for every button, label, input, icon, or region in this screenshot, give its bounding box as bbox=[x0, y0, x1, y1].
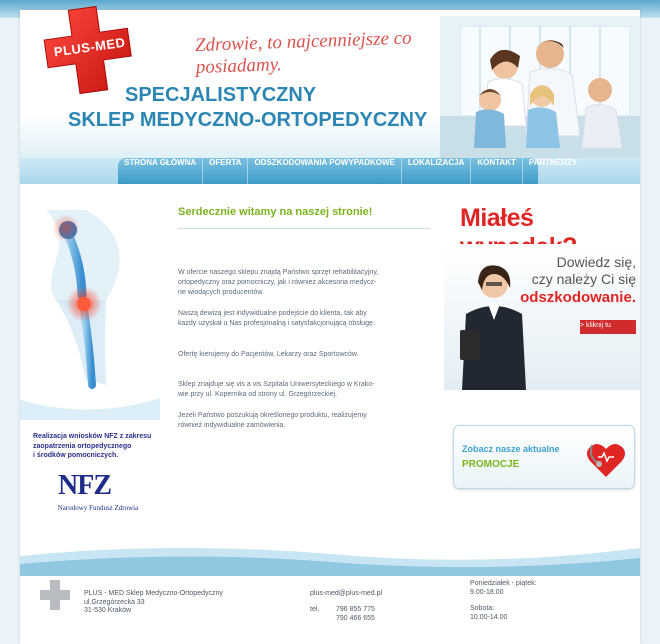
footer-hours-weekday: 9.00-18.00 bbox=[470, 588, 504, 596]
nav-item-contact[interactable]: KONTAKT bbox=[471, 158, 523, 184]
nfz-info-line2: zaopatrzenia ortopedycznego bbox=[33, 442, 132, 450]
footer-hours: Poniedziałek - piątek: 9.00-18.00 Sobota… bbox=[470, 580, 537, 622]
footer-phone-2[interactable]: 790 466 655 bbox=[336, 615, 375, 624]
footer-tel-label: tel. bbox=[310, 606, 320, 613]
nfz-name: Narodowy Fundusz Zdrowia bbox=[57, 504, 139, 512]
paragraph-offer: W ofercie naszego sklepu znajdą Państwo … bbox=[178, 268, 440, 298]
paragraph-audience: Ofertę kierujemy do Pacjentów, Lekarzy o… bbox=[178, 350, 440, 360]
footer-city: 31-530 Kraków bbox=[84, 607, 132, 614]
paragraph-location: Sklep znajduje się vis a vis Szpitala Un… bbox=[178, 380, 440, 400]
footer-hours-saturday: 10.00-14.00 bbox=[470, 613, 508, 621]
footer-street: ul.Grzegórzecka 33 bbox=[84, 598, 145, 606]
text-line: ortopedyczny oraz pomocniczy, jak i równ… bbox=[178, 279, 377, 286]
text-line: W ofercie naszego sklepu znajdą Państwo … bbox=[178, 269, 379, 276]
paragraph-orders: Jeżeli Państwo poszukują określonego pro… bbox=[178, 411, 440, 431]
footer-phones: 796 855 775 790 466 655 bbox=[336, 606, 375, 623]
ad-text-line1: Dowiedz się, bbox=[556, 254, 636, 270]
text-line: każdy uzyskał u Nas profesjonalną i saty… bbox=[178, 320, 375, 327]
accident-banner-title[interactable]: Miałeś wypadek? bbox=[460, 204, 630, 261]
text-line: Naszą dewizą jest indywidualne podejście… bbox=[178, 310, 367, 317]
nfz-logo[interactable]: NFZ bbox=[58, 470, 128, 502]
footer-hours-weekday-label: Poniedziałek - piątek: bbox=[470, 580, 537, 587]
ad-text-line2: czy należy Ci się bbox=[531, 271, 636, 287]
nfz-info-line3: i środków pomocniczych. bbox=[33, 452, 119, 459]
footer-hours-saturday-label: Sobota: bbox=[470, 605, 495, 612]
promo-text-line1: Zobacz nasze aktualne bbox=[462, 444, 560, 454]
footer-email[interactable]: plus-med@plus-med.pl bbox=[310, 590, 382, 599]
footer-phone-1[interactable]: 796 855 775 bbox=[336, 606, 375, 615]
ad-text-line3: odszkodowanie. bbox=[520, 289, 636, 306]
text-line: Jeżeli Państwo poszukują określonego pro… bbox=[178, 412, 367, 419]
nfz-info: Realizacja wniosków NFZ z zakresu zaopat… bbox=[33, 432, 163, 468]
ad-click-link[interactable]: > kliknij tu bbox=[580, 322, 628, 332]
promo-text-line2: PROMOCJE bbox=[462, 459, 520, 470]
nfz-info-line1: Realizacja wniosków NFZ z zakresu bbox=[33, 433, 152, 440]
left-wave-decoration bbox=[20, 398, 160, 420]
nav-item-partners[interactable]: PARTNERZY bbox=[523, 158, 583, 184]
footer-company: PLUS - MED Sklep Medyczno-Ortopedyczny bbox=[84, 590, 223, 597]
text-line: Ofertę kierujemy do Pacjentów, Lekarzy o… bbox=[178, 351, 359, 358]
footer-logo-icon bbox=[40, 580, 70, 610]
footer-wave-decoration bbox=[20, 547, 640, 576]
nav-item-offer[interactable]: OFERTA bbox=[203, 158, 249, 184]
xray-leg-image bbox=[46, 210, 120, 389]
site-title-line2: SKLEP MEDYCZNO-ORTOPEDYCZNY bbox=[68, 109, 428, 131]
family-photo bbox=[440, 16, 640, 158]
heading-divider bbox=[178, 228, 430, 229]
text-line: również indywidualne zamówienia. bbox=[178, 422, 286, 429]
paragraph-motto: Naszą dewizą jest indywidualne podejście… bbox=[178, 309, 440, 329]
welcome-heading: Serdecznie witamy na naszej stronie! bbox=[178, 206, 373, 218]
text-line: Sklep znajduje się vis a vis Szpitala Un… bbox=[178, 381, 375, 388]
nav-item-location[interactable]: LOKALIZACJA bbox=[402, 158, 472, 184]
text-line: wie przy ul. Kopernika od strony ul. Grz… bbox=[178, 391, 338, 398]
site-title-line1: SPECJALISTYCZNY bbox=[125, 84, 317, 106]
text-line: ne wiodących producentów. bbox=[178, 289, 264, 296]
footer-address: PLUS - MED Sklep Medyczno-Ortopedyczny u… bbox=[84, 590, 223, 616]
heart-stethoscope-icon bbox=[587, 443, 625, 477]
nav-item-compensation[interactable]: ODSZKODOWANIA POWYPADKOWE bbox=[248, 158, 402, 184]
main-nav: STRONA GŁÓWNA OFERTA ODSZKODOWANIA POWYP… bbox=[118, 158, 577, 184]
nav-item-home[interactable]: STRONA GŁÓWNA bbox=[118, 158, 204, 184]
